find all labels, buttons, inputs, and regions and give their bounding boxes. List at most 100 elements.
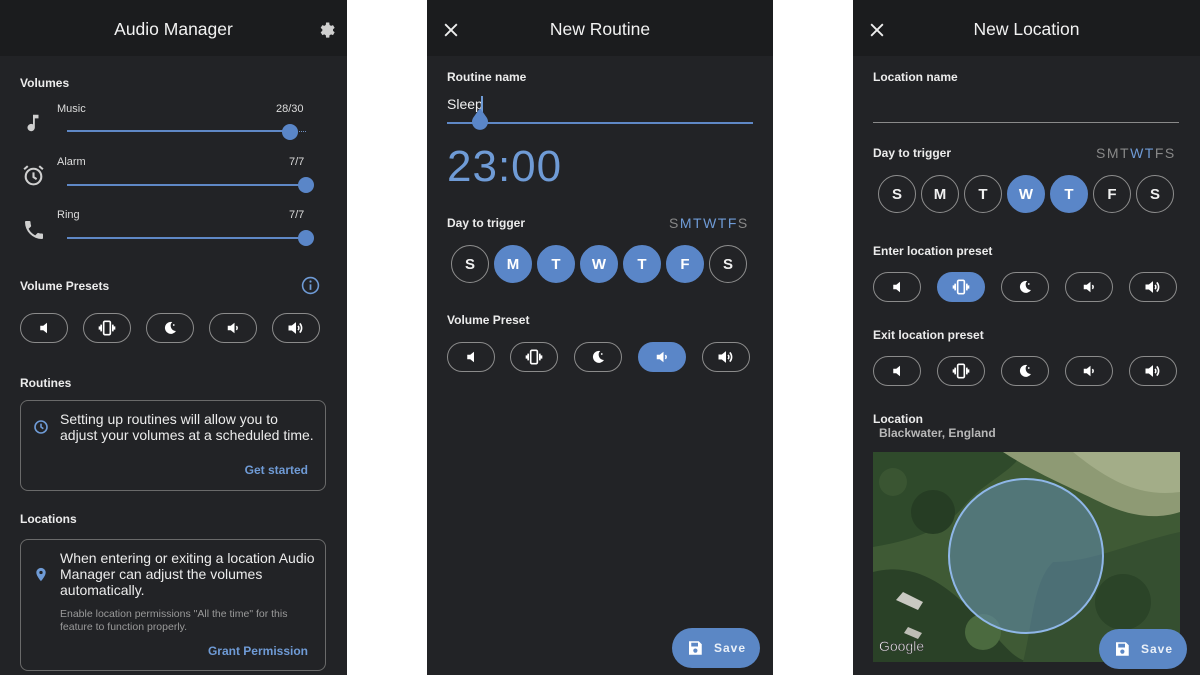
get-started-link[interactable]: Get started (245, 463, 308, 477)
week-letter-6: S (1164, 145, 1176, 161)
exit-preset-high-button[interactable] (1129, 356, 1177, 386)
text-selection-handle[interactable] (471, 108, 489, 134)
vibrate-icon (951, 277, 971, 297)
day-toggle-3[interactable]: W (1007, 175, 1045, 213)
week-letter-5: F (1154, 145, 1165, 161)
week-letter-3: W (703, 215, 718, 231)
routines-description: Setting up routines will allow you to ad… (60, 411, 314, 443)
week-letter-2: T (1120, 145, 1131, 161)
save-icon (1113, 640, 1131, 658)
new-location-screen: New Location Location name Day to trigge… (853, 0, 1200, 675)
location-name-input[interactable] (873, 96, 1179, 114)
day-toggle-0[interactable]: S (878, 175, 916, 213)
music-slider-thumb[interactable] (282, 124, 298, 140)
preset-vibrate-button[interactable] (510, 342, 558, 372)
preset-dnd-button[interactable] (574, 342, 622, 372)
day-toggle-6[interactable]: S (709, 245, 747, 283)
ring-slider-fill (67, 237, 306, 239)
app-bar: Audio Manager (0, 0, 347, 56)
selected-days-summary: SMTWTFS (1096, 145, 1176, 161)
save-icon (686, 639, 704, 657)
day-toggle-5[interactable]: F (666, 245, 704, 283)
routine-name-label: Routine name (447, 70, 527, 84)
day-toggle-3[interactable]: W (580, 245, 618, 283)
day-toggle-1[interactable]: M (921, 175, 959, 213)
map-attribution: Google (879, 638, 924, 654)
preset-low-button[interactable] (638, 342, 686, 372)
day-toggle-2[interactable]: T (537, 245, 575, 283)
volume-label-ring: Ring (57, 209, 80, 221)
exit-preset-vibrate-button[interactable] (937, 356, 985, 386)
page-title: New Routine (549, 19, 651, 39)
info-icon[interactable] (301, 276, 320, 295)
exit-preset-dnd-button[interactable] (1001, 356, 1049, 386)
enter-preset-label: Enter location preset (873, 244, 993, 258)
routines-card: Setting up routines will allow you to ad… (20, 400, 326, 491)
day-toggle-1[interactable]: M (494, 245, 532, 283)
volume-low-icon (1080, 362, 1098, 380)
day-toggle-2[interactable]: T (964, 175, 1002, 213)
ring-slider-thumb[interactable] (298, 230, 314, 246)
preset-mute-button[interactable] (20, 313, 68, 343)
vibrate-icon (951, 361, 971, 381)
volume-mute-icon (888, 278, 906, 296)
volume-mute-icon (35, 319, 53, 337)
preset-high-button[interactable] (272, 313, 320, 343)
volume-high-icon (716, 347, 736, 367)
day-toggle-0[interactable]: S (451, 245, 489, 283)
alarm-slider-thumb[interactable] (298, 177, 314, 193)
vibrate-icon (524, 347, 544, 367)
preset-mute-button[interactable] (447, 342, 495, 372)
day-toggle-4[interactable]: T (1050, 175, 1088, 213)
volume-low-icon (653, 348, 671, 366)
enter-preset-mute-button[interactable] (873, 272, 921, 302)
preset-vibrate-button[interactable] (83, 313, 131, 343)
day-toggle-6[interactable]: S (1136, 175, 1174, 213)
preset-high-button[interactable] (702, 342, 750, 372)
preset-low-button[interactable] (209, 313, 257, 343)
volume-high-icon (1143, 277, 1163, 297)
save-label: Save (713, 641, 747, 655)
day-toggle-5[interactable]: F (1093, 175, 1131, 213)
save-button[interactable]: Save (1099, 629, 1187, 669)
volume-label-alarm: Alarm (57, 156, 86, 168)
gear-icon[interactable] (316, 20, 336, 40)
day-toggle-4[interactable]: T (623, 245, 661, 283)
volume-label-music: Music (57, 103, 86, 115)
week-letter-2: T (693, 215, 704, 231)
location-pin-icon (36, 567, 46, 582)
save-button[interactable]: Save (672, 628, 760, 668)
do-not-disturb-moon-icon (589, 348, 607, 366)
enter-preset-dnd-button[interactable] (1001, 272, 1049, 302)
location-label: Location (873, 412, 923, 426)
enter-preset-low-button[interactable] (1065, 272, 1113, 302)
volumes-heading: Volumes (20, 76, 70, 90)
routine-time[interactable]: 23:00 (447, 142, 562, 192)
enter-preset-high-button[interactable] (1129, 272, 1177, 302)
week-letter-3: W (1130, 145, 1145, 161)
save-label: Save (1140, 642, 1174, 656)
locations-note: Enable location permissions "All the tim… (60, 608, 288, 633)
alarm-slider-fill (67, 184, 306, 186)
do-not-disturb-moon-icon (1016, 278, 1034, 296)
new-routine-screen: New Routine Routine name Sleep 23:00 Day… (427, 0, 773, 675)
volume-value-ring: 7/7 (289, 209, 305, 221)
grant-permission-link[interactable]: Grant Permission (208, 644, 308, 658)
week-letter-5: F (727, 215, 738, 231)
locations-card: When entering or exiting a location Audi… (20, 539, 326, 671)
exit-preset-label: Exit location preset (873, 328, 984, 342)
volume-preset-label: Volume Preset (447, 313, 530, 327)
volume-value-music: 28/30 (276, 103, 304, 115)
exit-preset-low-button[interactable] (1065, 356, 1113, 386)
enter-preset-vibrate-button[interactable] (937, 272, 985, 302)
exit-preset-mute-button[interactable] (873, 356, 921, 386)
location-name-label: Location name (873, 70, 958, 84)
week-letter-0: S (669, 215, 680, 231)
week-letter-0: S (1096, 145, 1107, 161)
preset-dnd-button[interactable] (146, 313, 194, 343)
volume-low-icon (224, 319, 242, 337)
do-not-disturb-moon-icon (161, 319, 179, 337)
location-value: Blackwater, England (879, 426, 996, 440)
week-letter-1: M (1106, 145, 1121, 161)
page-title: New Location (973, 19, 1080, 39)
